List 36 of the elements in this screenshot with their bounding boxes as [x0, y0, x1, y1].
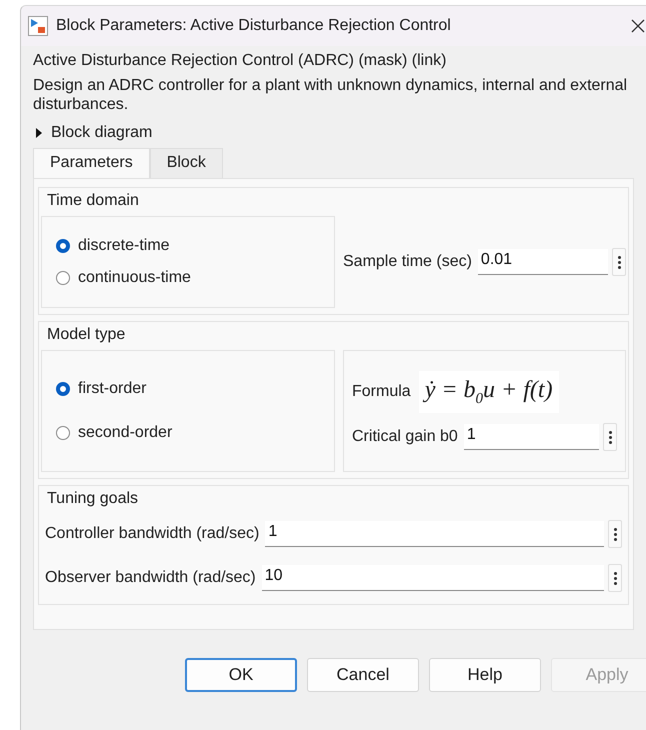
formula-label: Formula — [352, 382, 411, 401]
input-field[interactable]: 0.01 — [478, 249, 608, 275]
dialog-button[interactable]: OK — [185, 658, 297, 692]
window-title: Block Parameters: Active Disturbance Rejection Control — [56, 17, 452, 35]
more-options-button[interactable] — [603, 423, 617, 452]
dialog-button[interactable]: Cancel — [307, 658, 419, 692]
tab[interactable]: Block — [150, 148, 223, 178]
block-diagram-toggle[interactable]: Block diagram — [35, 124, 152, 142]
radio-label: first-order — [78, 380, 146, 398]
radio-button[interactable] — [56, 382, 70, 396]
dialog-button[interactable]: Help — [429, 658, 541, 692]
field-label: Controller bandwidth (rad/sec) — [45, 525, 260, 543]
radio-button[interactable] — [56, 239, 70, 253]
radio-label: second-order — [78, 424, 172, 442]
formula-equation: ẏ = b$_{0}$u + f(t) — [418, 370, 559, 414]
field-label: Sample time (sec) — [343, 253, 472, 271]
radio-label: continuous-time — [78, 269, 191, 287]
block-icon — [28, 16, 48, 36]
more-options-button[interactable] — [608, 564, 622, 592]
tab[interactable]: Parameters — [33, 148, 150, 178]
close-icon[interactable] — [630, 18, 646, 34]
group-title: Tuning goals — [46, 489, 140, 509]
input-field[interactable]: 1 — [265, 521, 604, 547]
field-label: Critical gain b0 — [352, 428, 458, 446]
group-title: Time domain — [46, 191, 140, 211]
more-options-button[interactable] — [612, 248, 626, 276]
input-field[interactable]: 1 — [464, 424, 599, 450]
input-field[interactable]: 10 — [262, 565, 604, 591]
group-title: Model type — [46, 325, 126, 345]
description-text: Design an ADRC controller for a plant with unknown dynamics, internal and external disturbances. — [33, 76, 628, 114]
field-label: Observer bandwidth (rad/sec) — [45, 569, 256, 587]
more-options-button[interactable] — [608, 520, 622, 548]
radio-label: discrete-time — [78, 237, 170, 255]
block-header: Active Disturbance Rejection Control (ADRC) (mask) (link) — [33, 52, 448, 71]
radio-button[interactable] — [56, 426, 70, 440]
radio-button[interactable] — [56, 271, 70, 285]
